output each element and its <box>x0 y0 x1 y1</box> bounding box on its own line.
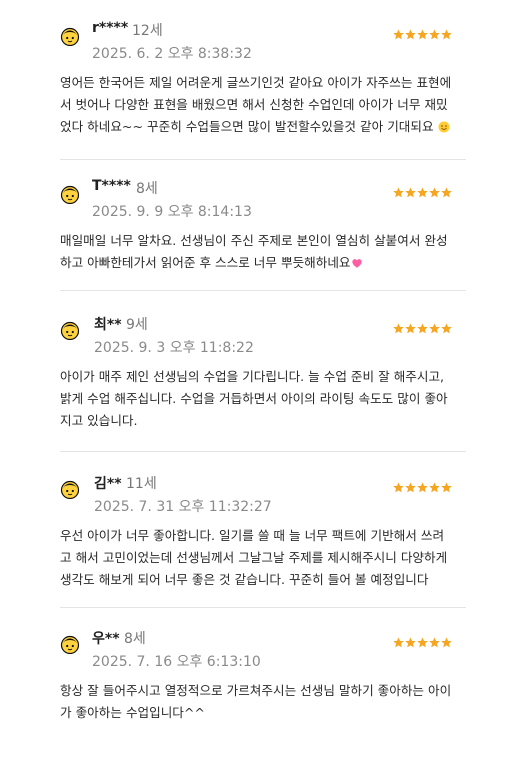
star-icon <box>417 323 428 334</box>
reviewer-name: T**** <box>92 178 131 194</box>
star-icon <box>429 482 440 493</box>
star-icon <box>393 482 404 493</box>
star-icon <box>393 637 404 648</box>
divider <box>60 159 466 160</box>
avatar-icon <box>60 185 80 204</box>
child-age: 8세 <box>136 181 158 197</box>
reviewer-name: 우** <box>92 631 120 647</box>
review-text: 매일매일 너무 알차요. 선생님이 주신 주제로 본인이 열심히 살붙여서 완성… <box>60 233 448 270</box>
star-icon <box>429 637 440 648</box>
star-icon <box>429 323 440 334</box>
review-date: 2025. 9. 9 오후 8:14:13 <box>92 204 252 220</box>
heart-emoji-icon <box>351 259 362 268</box>
star-icon <box>405 482 416 493</box>
star-icon <box>405 29 416 40</box>
divider <box>60 607 466 608</box>
review-card: T**** 8세 2025. 9. 9 오후 8:14:13 매일매일 너무 알… <box>60 178 466 274</box>
star-icon <box>405 323 416 334</box>
reviewer-name: 최** <box>94 317 122 333</box>
review-text: 우선 아이가 너무 좋아합니다. 일기를 쓸 때 늘 너무 팩트에 기반해서 쓰… <box>60 528 448 587</box>
star-rating <box>393 637 452 648</box>
child-age: 8세 <box>124 631 146 647</box>
star-icon <box>405 187 416 198</box>
review-text: 아이가 매주 제인 선생님의 수업을 기다립니다. 늘 수업 준비 잘 해주시고… <box>60 369 448 428</box>
reviewer-name: r**** <box>92 20 129 36</box>
star-rating <box>393 482 452 493</box>
review-card: 최** 9세 2025. 9. 3 오후 11:8:22 아이가 매주 제인 선… <box>60 314 466 432</box>
star-icon <box>393 323 404 334</box>
star-icon <box>429 187 440 198</box>
star-icon <box>441 187 452 198</box>
review-date: 2025. 7. 16 오후 6:13:10 <box>92 654 261 670</box>
child-age: 9세 <box>126 317 148 333</box>
star-icon <box>405 637 416 648</box>
star-icon <box>393 187 404 198</box>
star-icon <box>417 482 428 493</box>
review-card: 김** 11세 2025. 7. 31 오후 11:32:27 우선 아이가 너… <box>60 473 466 591</box>
star-icon <box>417 187 428 198</box>
avatar-icon <box>60 27 80 46</box>
star-rating <box>393 29 452 40</box>
child-age: 11세 <box>126 476 157 492</box>
star-icon <box>441 29 452 40</box>
avatar-icon <box>60 321 80 340</box>
reviewer-name: 김** <box>94 476 122 492</box>
avatar-icon <box>60 480 80 499</box>
star-rating <box>393 187 452 198</box>
review-text: 항상 잘 들어주시고 열정적으로 가르쳐주시는 선생님 말하기 좋아하는 아이가… <box>60 683 452 720</box>
star-icon <box>393 29 404 40</box>
star-icon <box>429 29 440 40</box>
star-icon <box>417 637 428 648</box>
divider <box>60 290 466 291</box>
divider <box>60 451 466 452</box>
review-text: 영어든 한국어든 제일 어려운게 글쓰기인것 같아요 아이가 자주쓰는 표현에서… <box>60 75 452 134</box>
review-date: 2025. 6. 2 오후 8:38:32 <box>92 46 252 62</box>
smile-emoji-icon <box>438 121 450 133</box>
review-date: 2025. 7. 31 오후 11:32:27 <box>94 499 272 515</box>
star-icon <box>417 29 428 40</box>
star-icon <box>441 323 452 334</box>
star-rating <box>393 323 452 334</box>
review-card: 우** 8세 2025. 7. 16 오후 6:13:10 항상 잘 들어주시고… <box>60 628 466 724</box>
review-date: 2025. 9. 3 오후 11:8:22 <box>94 340 254 356</box>
child-age: 12세 <box>132 23 163 39</box>
star-icon <box>441 482 452 493</box>
star-icon <box>441 637 452 648</box>
review-card: r**** 12세 2025. 6. 2 오후 8:38:32 영어든 한국어든… <box>60 20 466 138</box>
avatar-icon <box>60 635 80 654</box>
